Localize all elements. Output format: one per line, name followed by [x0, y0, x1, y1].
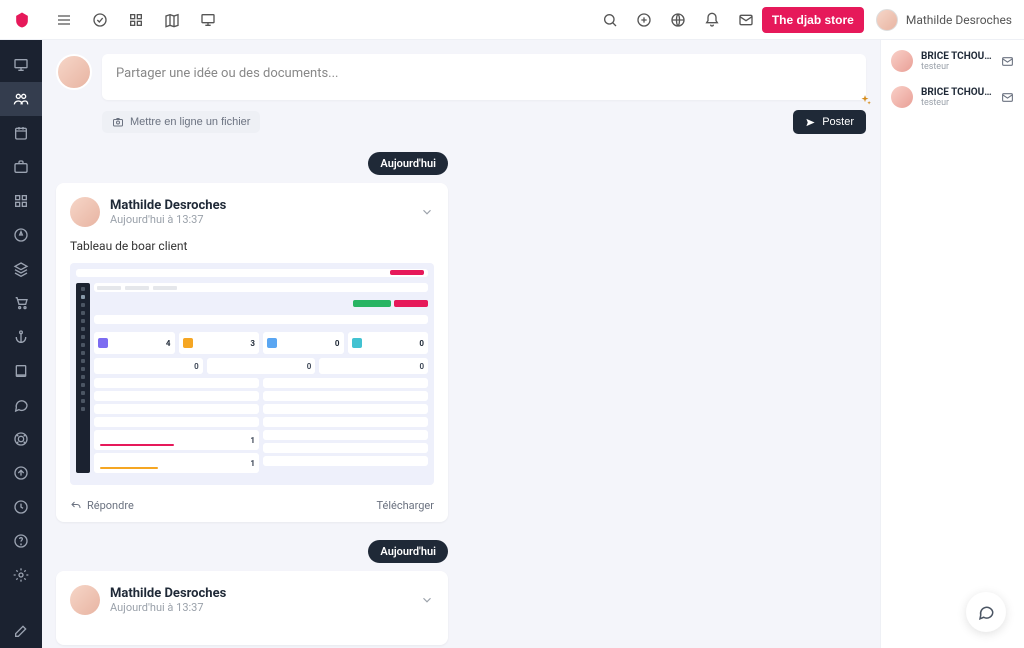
- contact-row[interactable]: BRICE TCHOULAGUE testeur: [891, 86, 1014, 108]
- post-time: Aujourd'hui à 13:37: [110, 601, 410, 614]
- menu-icon[interactable]: [56, 12, 72, 28]
- store-button[interactable]: The djab store: [762, 7, 864, 33]
- day-separator: Aujourd'hui: [368, 540, 448, 563]
- sidebar-grid-icon[interactable]: [0, 184, 42, 218]
- bell-icon[interactable]: [704, 12, 720, 28]
- upload-label: Mettre en ligne un fichier: [130, 116, 250, 128]
- chevron-down-icon[interactable]: [420, 205, 434, 219]
- sparkle-icon: [858, 94, 872, 108]
- sidebar-clock-icon[interactable]: [0, 490, 42, 524]
- avatar[interactable]: [876, 9, 898, 31]
- chat-fab[interactable]: [966, 592, 1006, 632]
- sidebar: [0, 40, 42, 648]
- composer-input[interactable]: Partager une idée ou des documents...: [102, 54, 866, 100]
- contact-row[interactable]: BRICE TCHOULAGUE testeur: [891, 50, 1014, 72]
- sidebar-edit-icon[interactable]: [0, 614, 42, 648]
- contact-name: BRICE TCHOULAGUE: [921, 87, 993, 98]
- post-card: Mathilde Desroches Aujourd'hui à 13:37 T…: [56, 183, 448, 522]
- sidebar-upload-icon[interactable]: [0, 456, 42, 490]
- sidebar-help-icon[interactable]: [0, 524, 42, 558]
- avatar: [891, 86, 913, 108]
- post-time: Aujourd'hui à 13:37: [110, 213, 410, 226]
- day-separator: Aujourd'hui: [368, 152, 448, 175]
- sidebar-briefcase-icon[interactable]: [0, 150, 42, 184]
- send-icon: [805, 117, 816, 128]
- avatar: [70, 585, 100, 615]
- reply-button[interactable]: Répondre: [70, 499, 134, 512]
- envelope-icon[interactable]: [1001, 55, 1014, 68]
- contact-role: testeur: [921, 98, 993, 108]
- plus-circle-icon[interactable]: [636, 12, 652, 28]
- contact-name: BRICE TCHOULAGUE: [921, 51, 993, 62]
- sidebar-settings-icon[interactable]: [0, 558, 42, 592]
- globe-icon[interactable]: [670, 12, 686, 28]
- sidebar-people-icon[interactable]: [0, 82, 42, 116]
- post-label: Poster: [822, 116, 854, 128]
- contacts-aside: BRICE TCHOULAGUE testeur BRICE TCHOULAGU…: [880, 40, 1024, 648]
- sidebar-calendar-icon[interactable]: [0, 116, 42, 150]
- reply-icon: [70, 500, 82, 512]
- camera-icon: [112, 116, 124, 128]
- logo-icon[interactable]: [12, 10, 32, 30]
- sidebar-anchor-icon[interactable]: [0, 320, 42, 354]
- avatar: [891, 50, 913, 72]
- contact-role: testeur: [921, 62, 993, 72]
- avatar: [70, 197, 100, 227]
- user-name[interactable]: Mathilde Desroches: [906, 13, 1012, 27]
- chevron-down-icon[interactable]: [420, 593, 434, 607]
- map-icon[interactable]: [164, 12, 180, 28]
- monitor-icon[interactable]: [200, 12, 216, 28]
- search-icon[interactable]: [602, 12, 618, 28]
- chat-icon: [977, 603, 995, 621]
- sidebar-book-icon[interactable]: [0, 354, 42, 388]
- post-author: Mathilde Desroches: [110, 198, 410, 213]
- grid-icon[interactable]: [128, 12, 144, 28]
- post-button[interactable]: Poster: [793, 110, 866, 134]
- sidebar-monitor-icon[interactable]: [0, 48, 42, 82]
- sidebar-target-icon[interactable]: [0, 218, 42, 252]
- sidebar-layers-icon[interactable]: [0, 252, 42, 286]
- envelope-icon[interactable]: [1001, 91, 1014, 104]
- check-circle-icon[interactable]: [92, 12, 108, 28]
- download-button[interactable]: Télécharger: [376, 499, 434, 512]
- sidebar-lifebuoy-icon[interactable]: [0, 422, 42, 456]
- post-card: Mathilde Desroches Aujourd'hui à 13:37: [56, 571, 448, 645]
- sidebar-chat-icon[interactable]: [0, 388, 42, 422]
- mail-icon[interactable]: [738, 12, 754, 28]
- sidebar-cart-icon[interactable]: [0, 286, 42, 320]
- reply-label: Répondre: [87, 499, 134, 512]
- post-text: Tableau de boar client: [70, 239, 434, 253]
- avatar: [56, 54, 92, 90]
- post-author: Mathilde Desroches: [110, 586, 410, 601]
- upload-file-button[interactable]: Mettre en ligne un fichier: [102, 111, 260, 133]
- post-attachment-thumbnail[interactable]: 4 3 0 0 0 0 0: [70, 263, 434, 485]
